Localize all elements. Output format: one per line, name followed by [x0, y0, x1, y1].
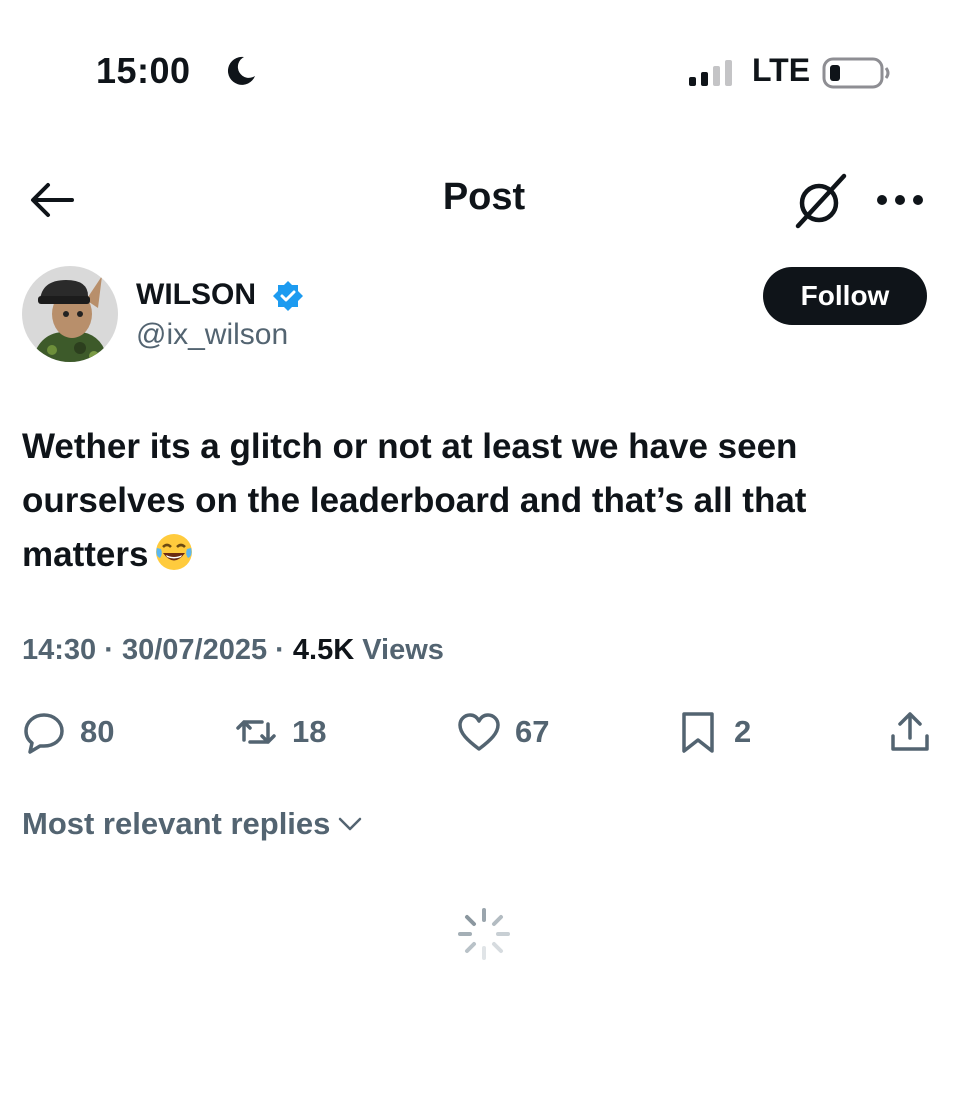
follow-button[interactable]: Follow [763, 267, 927, 325]
post-time: 14:30 [22, 634, 97, 666]
meta-separator: · [104, 634, 122, 666]
post-date: 30/07/2025 [121, 634, 268, 666]
verified-badge-icon [273, 281, 303, 311]
signal-icon [689, 60, 732, 86]
loading-spinner-icon [458, 908, 510, 960]
replies-sort-dropdown[interactable]: Most relevant replies [22, 806, 364, 842]
meta-separator: · [275, 634, 293, 666]
like-button[interactable]: 67 [457, 708, 549, 756]
avatar-image [22, 266, 118, 362]
reply-button[interactable]: 80 [22, 708, 114, 756]
chevron-down-icon [339, 817, 362, 831]
bookmark-count: 2 [734, 714, 752, 749]
bookmark-icon [682, 712, 714, 753]
author-name[interactable]: WILSON [136, 278, 256, 312]
bookmark-button[interactable]: 2 [676, 708, 751, 756]
like-count: 67 [515, 714, 550, 749]
repost-count: 18 [292, 714, 327, 749]
post-text: Wether its a glitch or not at least we h… [22, 420, 942, 582]
moon-icon [227, 56, 255, 85]
post-meta: 14:30 · 30/07/2025 · 4.5K Views [22, 634, 444, 667]
views-count[interactable]: 4.5K [293, 634, 354, 666]
laughing-emoji-icon [156, 534, 193, 570]
share-icon [891, 712, 929, 751]
repost-button[interactable]: 18 [234, 708, 326, 756]
reply-count: 80 [80, 714, 115, 749]
avatar[interactable] [22, 266, 118, 362]
grok-icon[interactable] [792, 172, 850, 230]
heart-icon [458, 713, 500, 751]
views-label[interactable]: Views [362, 634, 444, 666]
replies-sort-label: Most relevant replies [22, 806, 331, 841]
status-time: 15:00 [96, 50, 191, 91]
author-handle[interactable]: @ix_wilson [136, 318, 288, 352]
reply-icon [24, 713, 64, 754]
post-body: Wether its a glitch or not at least we h… [22, 427, 807, 574]
network-label: LTE [752, 52, 811, 88]
battery-icon [822, 57, 890, 89]
repost-icon [236, 720, 276, 744]
more-icon[interactable] [874, 190, 926, 210]
share-button[interactable] [888, 708, 932, 756]
